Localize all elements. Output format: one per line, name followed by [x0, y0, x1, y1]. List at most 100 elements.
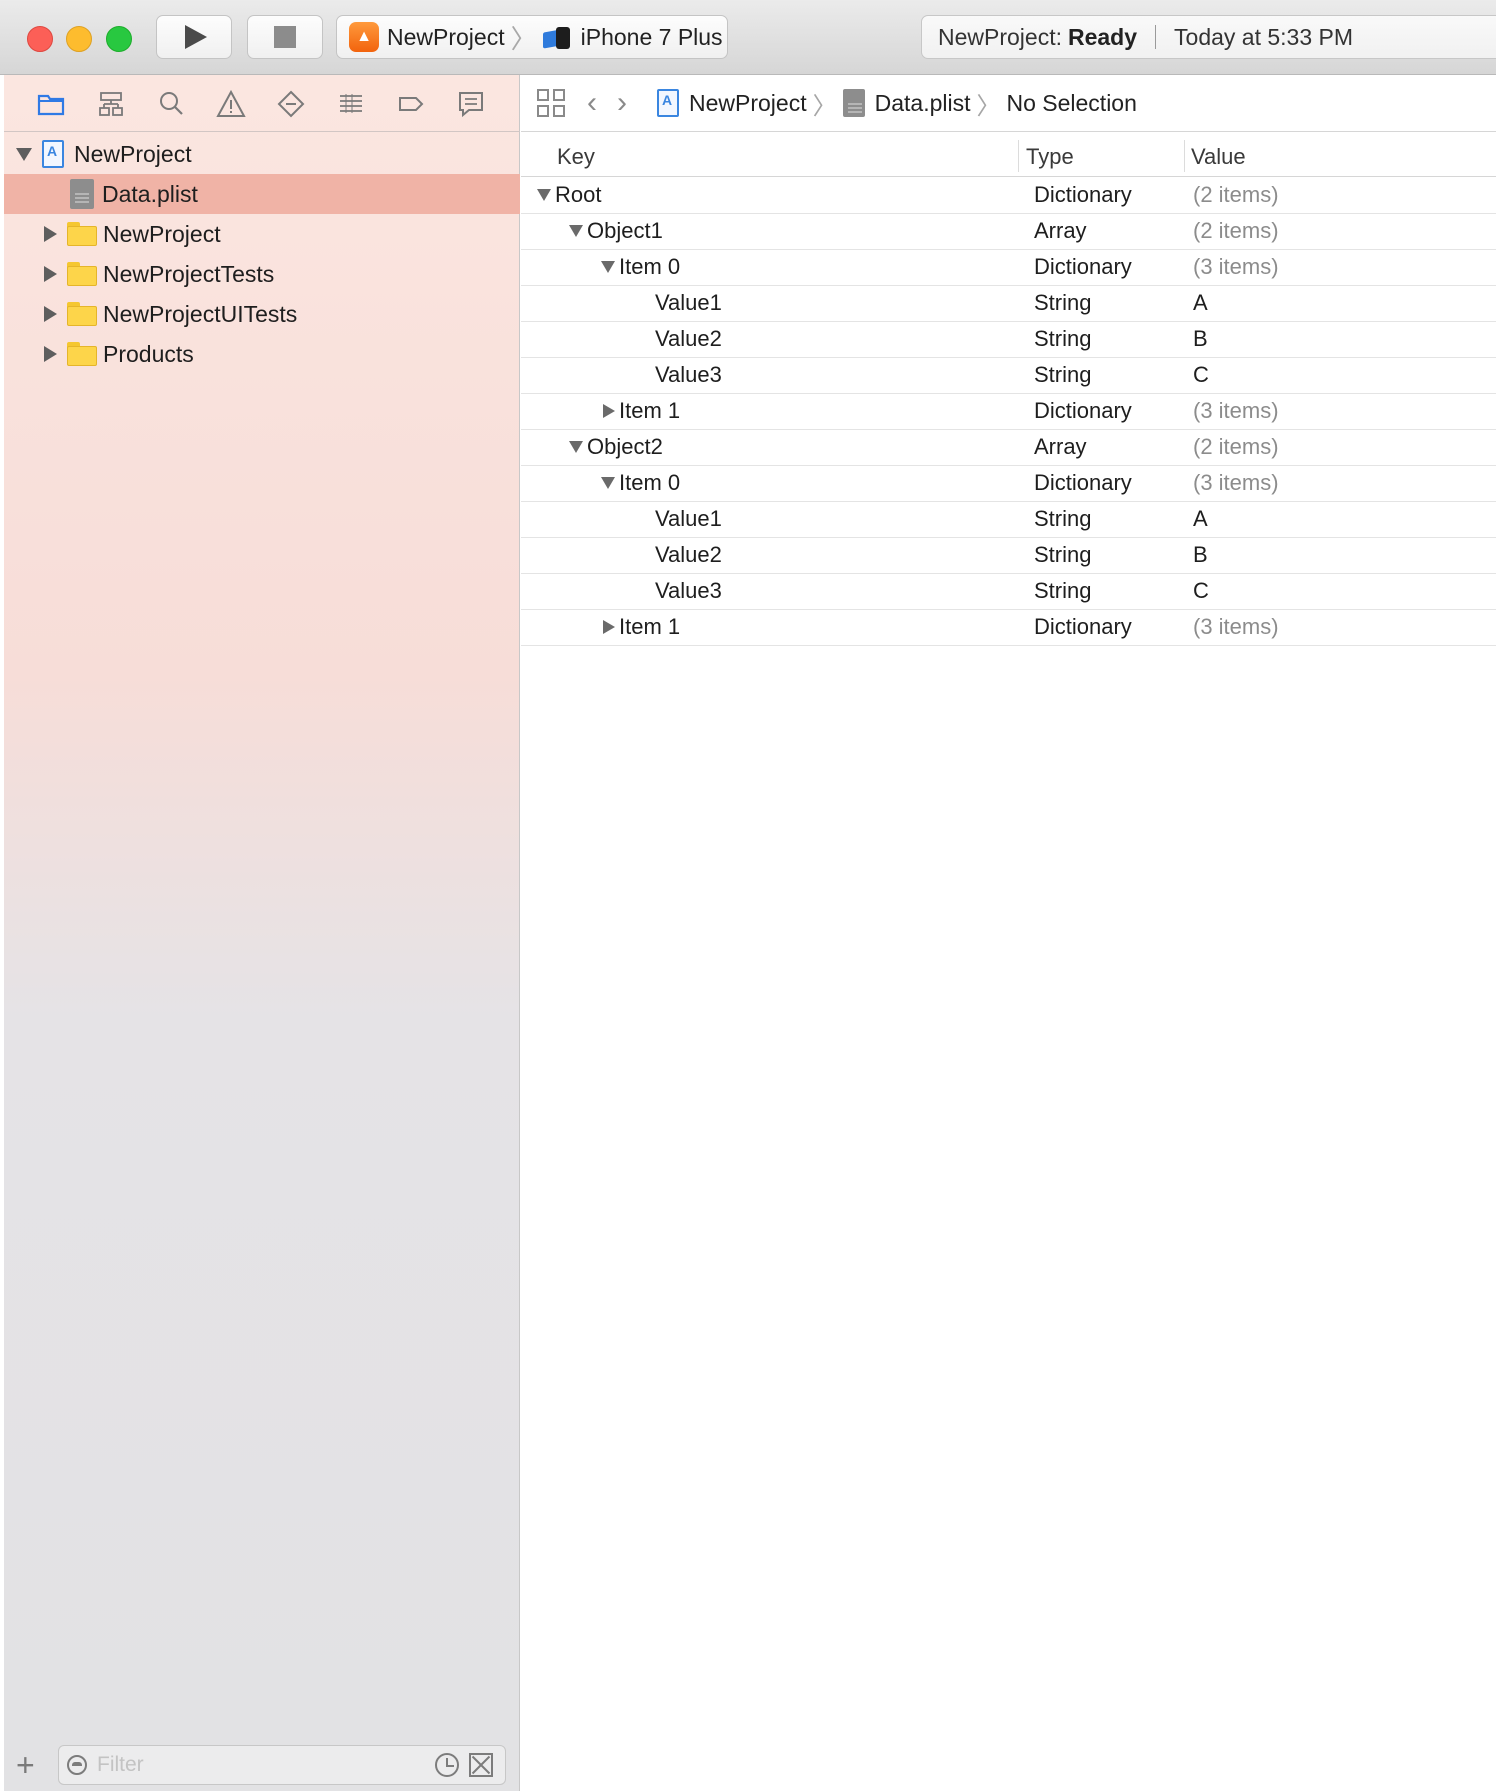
plist-type[interactable]: String — [1034, 326, 1091, 352]
related-items-grid-icon[interactable] — [537, 89, 565, 117]
status-project: NewProject: — [938, 23, 1062, 50]
scheme-name: NewProject — [387, 23, 505, 50]
tree-item-newprojectuitests-group[interactable]: NewProjectUITests — [4, 294, 520, 334]
plist-row[interactable]: Value3 String C — [521, 357, 1496, 394]
plist-key: Object1 — [587, 218, 663, 243]
plist-value[interactable]: A — [1193, 506, 1208, 532]
report-icon[interactable] — [454, 87, 488, 121]
plist-value[interactable]: B — [1193, 542, 1208, 568]
plist-type[interactable]: Array — [1034, 218, 1087, 244]
search-icon[interactable] — [154, 87, 188, 121]
play-icon — [185, 25, 207, 49]
breakpoint-icon[interactable] — [394, 87, 428, 121]
plist-key: Item 0 — [619, 254, 681, 279]
add-icon[interactable]: + — [16, 1747, 46, 1784]
column-divider[interactable] — [1018, 140, 1019, 172]
column-header-type[interactable]: Type — [1026, 144, 1074, 170]
plist-value[interactable]: C — [1193, 362, 1209, 388]
tree-item-products-group[interactable]: Products — [4, 334, 520, 374]
run-button[interactable] — [156, 15, 232, 59]
plist-row[interactable]: Item 0 Dictionary (3 items) — [521, 249, 1496, 286]
plist-type[interactable]: Dictionary — [1034, 470, 1132, 496]
plist-type[interactable]: Array — [1034, 434, 1087, 460]
minimize-window-button[interactable] — [66, 26, 92, 52]
plist-type[interactable]: String — [1034, 290, 1091, 316]
plist-row[interactable]: Item 1 Dictionary (3 items) — [521, 609, 1496, 646]
disclosure-right-icon[interactable] — [44, 266, 57, 282]
disclosure-right-icon[interactable] — [603, 404, 615, 418]
plist-row[interactable]: Object2 Array (2 items) — [521, 429, 1496, 466]
tree-item-data-plist[interactable]: Data.plist — [4, 174, 520, 214]
recent-files-clock-icon[interactable] — [435, 1753, 459, 1777]
stop-icon — [274, 26, 296, 48]
disclosure-right-icon[interactable] — [603, 620, 615, 634]
disclosure-right-icon[interactable] — [44, 346, 57, 362]
scheme-selector[interactable]: ▲ NewProject 〉 iPhone 7 Plus — [336, 15, 728, 59]
tree-item-newproject-group[interactable]: NewProject — [4, 214, 520, 254]
plist-value[interactable]: C — [1193, 578, 1209, 604]
zoom-window-button[interactable] — [106, 26, 132, 52]
plist-key: Object2 — [587, 434, 663, 459]
stop-button[interactable] — [247, 15, 323, 59]
column-header-key[interactable]: Key — [557, 144, 595, 170]
hierarchy-icon[interactable] — [94, 87, 128, 121]
plist-row[interactable]: Value2 String B — [521, 537, 1496, 574]
plist-type[interactable]: String — [1034, 542, 1091, 568]
plist-value[interactable]: B — [1193, 326, 1208, 352]
folder-icon — [67, 262, 97, 286]
column-divider[interactable] — [1184, 140, 1185, 172]
disclosure-right-icon[interactable] — [44, 306, 57, 322]
tree-item-label: NewProject — [74, 140, 192, 167]
back-arrow-icon[interactable]: ‹ — [587, 88, 597, 118]
tree-item-project[interactable]: NewProject — [4, 134, 520, 174]
plist-key: Value3 — [655, 362, 722, 387]
plist-row[interactable]: Root Dictionary (2 items) — [521, 177, 1496, 214]
tree-item-label: NewProject — [103, 220, 221, 247]
debug-list-icon[interactable] — [334, 87, 368, 121]
disclosure-down-icon[interactable] — [569, 225, 583, 237]
tree-item-label: Data.plist — [102, 180, 198, 207]
disclosure-down-icon[interactable] — [16, 147, 32, 161]
column-header-value[interactable]: Value — [1191, 144, 1246, 170]
plist-value[interactable]: A — [1193, 290, 1208, 316]
plist-type[interactable]: Dictionary — [1034, 614, 1132, 640]
plist-row[interactable]: Value2 String B — [521, 321, 1496, 358]
jumpbar-project-crumb[interactable]: NewProject — [657, 89, 807, 117]
plist-type[interactable]: String — [1034, 506, 1091, 532]
plist-row[interactable]: Object1 Array (2 items) — [521, 213, 1496, 250]
tree-item-label: NewProjectTests — [103, 260, 275, 287]
folder-icon — [67, 222, 97, 246]
tree-item-newprojecttests-group[interactable]: NewProjectTests — [4, 254, 520, 294]
filter-scope-icon[interactable] — [67, 1755, 87, 1775]
plist-type[interactable]: Dictionary — [1034, 398, 1132, 424]
device-name: iPhone 7 Plus — [580, 23, 723, 50]
plist-key: Value1 — [655, 506, 722, 531]
close-window-button[interactable] — [27, 26, 53, 52]
plist-row[interactable]: Value1 String A — [521, 285, 1496, 322]
chevron-right-icon: 〉 — [812, 92, 837, 120]
jumpbar-file-crumb[interactable]: Data.plist — [842, 89, 970, 117]
forward-arrow-icon[interactable]: › — [617, 88, 627, 118]
breadcrumb-selection[interactable]: No Selection — [1006, 90, 1136, 117]
warning-icon[interactable] — [214, 87, 248, 121]
plist-row[interactable]: Value3 String C — [521, 573, 1496, 610]
folder-icon[interactable] — [34, 87, 68, 121]
source-control-filter-icon[interactable] — [469, 1753, 493, 1777]
status-state: Ready — [1067, 23, 1138, 50]
plist-row[interactable]: Item 1 Dictionary (3 items) — [521, 393, 1496, 430]
plist-row[interactable]: Item 0 Dictionary (3 items) — [521, 465, 1496, 502]
test-diamond-icon[interactable] — [274, 87, 308, 121]
filter-input[interactable] — [95, 1752, 399, 1778]
disclosure-down-icon[interactable] — [601, 477, 615, 489]
disclosure-down-icon[interactable] — [537, 189, 551, 201]
plist-type[interactable]: String — [1034, 362, 1091, 388]
plist-value: (3 items) — [1193, 254, 1279, 279]
plist-type[interactable]: String — [1034, 578, 1091, 604]
filter-field[interactable] — [58, 1745, 506, 1785]
plist-row[interactable]: Value1 String A — [521, 501, 1496, 538]
disclosure-down-icon[interactable] — [601, 261, 615, 273]
disclosure-right-icon[interactable] — [44, 226, 57, 242]
disclosure-down-icon[interactable] — [569, 441, 583, 453]
plist-type[interactable]: Dictionary — [1034, 182, 1132, 208]
plist-type[interactable]: Dictionary — [1034, 254, 1132, 280]
